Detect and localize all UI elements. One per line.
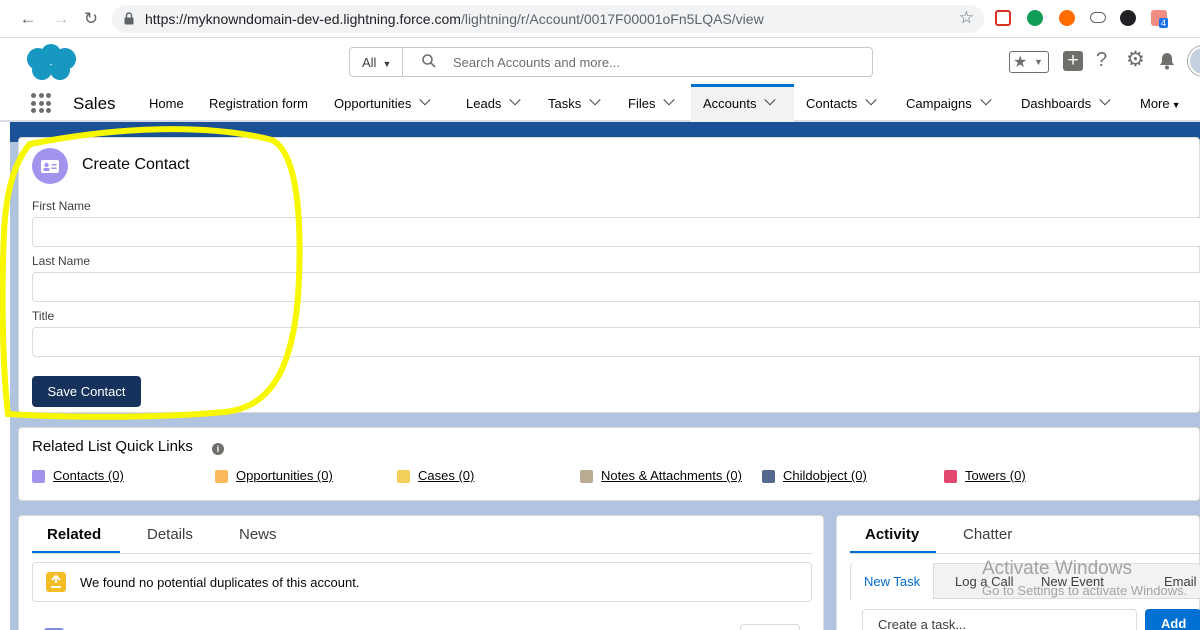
global-actions-plus-icon[interactable]: + (1063, 51, 1083, 71)
tab-details[interactable]: Details (147, 526, 193, 543)
extension-shield-icon[interactable] (995, 10, 1011, 26)
duplicate-message: We found no potential duplicates of this… (80, 575, 360, 590)
title-label: Title (32, 309, 55, 323)
extension-cloud-icon[interactable] (1090, 12, 1106, 23)
extension-green-icon[interactable] (1027, 10, 1043, 26)
search-icon (422, 54, 436, 68)
extension-badge-icon[interactable]: 4 (1151, 10, 1169, 28)
active-tab-indicator (32, 551, 120, 553)
app-launcher-waffle-icon[interactable] (31, 93, 51, 113)
first-name-input[interactable] (32, 217, 1200, 247)
forward-arrow-icon[interactable]: → (50, 8, 72, 30)
contact-card-icon (32, 148, 68, 184)
tab-news[interactable]: News (239, 526, 277, 543)
chevron-down-icon[interactable] (589, 94, 601, 106)
reload-icon[interactable]: ↻ (80, 8, 102, 30)
setup-gear-icon[interactable]: ⚙ (1126, 47, 1145, 72)
nav-item-registration-form[interactable]: Registration form (209, 84, 308, 122)
contacts-icon (32, 470, 45, 483)
title-input[interactable] (32, 327, 1200, 357)
tab-chatter[interactable]: Chatter (963, 526, 1012, 543)
help-question-icon[interactable]: ? (1096, 49, 1107, 72)
create-contact-card: Create Contact First Name Last Name Titl… (18, 137, 1200, 413)
chevron-down-icon[interactable] (764, 94, 777, 106)
tab-divider (850, 553, 1200, 554)
related-list-action-button[interactable] (740, 624, 800, 630)
nav-item-leads[interactable]: Leads (466, 84, 522, 122)
tab-log-a-call[interactable]: Log a Call (955, 574, 1014, 589)
tab-divider (32, 553, 812, 554)
add-task-button[interactable]: Add (1145, 609, 1200, 630)
create-contact-title: Create Contact (82, 156, 190, 173)
notification-bell-icon[interactable] (1158, 52, 1176, 70)
nav-item-opportunities[interactable]: Opportunities (334, 84, 431, 122)
chevron-down-icon[interactable] (419, 94, 431, 106)
nav-item-files[interactable]: Files (628, 84, 676, 122)
nav-item-more[interactable]: More ▼ (1140, 84, 1181, 122)
extension-badge-count: 4 (1159, 18, 1169, 28)
extension-k-icon[interactable] (1120, 10, 1136, 26)
browser-toolbar: ← → ↻ https://myknowndomain-dev-ed.light… (0, 0, 1200, 38)
info-icon[interactable]: i (212, 443, 224, 455)
tab-email[interactable]: Email (1164, 574, 1197, 589)
duplicate-check-box: We found no potential duplicates of this… (32, 562, 812, 602)
last-name-input[interactable] (32, 272, 1200, 302)
quick-links-title: Related List Quick Links (32, 438, 193, 455)
nav-item-accounts[interactable]: Accounts (691, 84, 794, 122)
address-bar[interactable]: https://myknowndomain-dev-ed.lightning.f… (112, 5, 984, 33)
notes-icon (580, 470, 593, 483)
first-name-label: First Name (32, 199, 91, 213)
chevron-down-icon[interactable] (865, 94, 877, 106)
extension-bolt-icon[interactable] (1059, 10, 1075, 26)
tab-activity[interactable]: Activity (865, 526, 919, 543)
towers-icon (944, 470, 957, 483)
wrench-icon (762, 470, 775, 483)
lock-icon (124, 12, 134, 25)
chevron-down-icon[interactable] (1099, 94, 1111, 106)
favorites-star-icon[interactable]: ★ ▼ (1009, 51, 1049, 73)
tab-related[interactable]: Related (47, 526, 101, 543)
duplicate-warning-icon (46, 572, 66, 592)
chevron-down-icon[interactable] (663, 94, 676, 106)
save-contact-button[interactable]: Save Contact (32, 376, 141, 407)
activity-composer-tabs: New Task Log a Call New Event Email (850, 563, 1200, 599)
tab-new-task[interactable]: New Task (851, 563, 935, 599)
app-name: Sales (73, 94, 116, 113)
search-scope-select[interactable]: All ▼ (349, 47, 403, 77)
bookmark-star-icon[interactable]: ☆ (959, 8, 974, 28)
active-tab-indicator (850, 551, 936, 553)
user-avatar[interactable] (1188, 46, 1200, 76)
url-text: https://myknowndomain-dev-ed.lightning.f… (145, 11, 764, 27)
app-navigation-bar: Sales Home Registration form Opportuniti… (0, 84, 1200, 122)
caret-down-icon: ▼ (1171, 100, 1181, 110)
chevron-down-icon[interactable] (509, 94, 522, 106)
nav-item-home[interactable]: Home (149, 84, 184, 122)
global-search-input[interactable]: Search Accounts and more... (403, 47, 873, 77)
global-header: All ▼ Search Accounts and more... ★ ▼ + ?… (0, 38, 1200, 84)
nav-item-campaigns[interactable]: Campaigns (906, 84, 992, 122)
quick-links-card: Related List Quick Links i Contacts (0) … (18, 427, 1200, 501)
chevron-down-icon[interactable] (980, 94, 992, 106)
related-card: Related Details News We found no potenti… (18, 515, 824, 630)
nav-item-contacts[interactable]: Contacts (806, 84, 877, 122)
nav-item-dashboards[interactable]: Dashboards (1021, 84, 1111, 122)
opportunities-icon (215, 470, 228, 483)
cases-icon (397, 470, 410, 483)
nav-item-tasks[interactable]: Tasks (548, 84, 601, 122)
activity-card: Activity Chatter New Task Log a Call New… (836, 515, 1200, 630)
back-arrow-icon[interactable]: ← (17, 8, 39, 30)
last-name-label: Last Name (32, 254, 91, 268)
salesforce-cloud-logo[interactable] (22, 42, 80, 82)
tab-new-event[interactable]: New Event (1041, 574, 1104, 589)
create-task-input[interactable]: Create a task... (862, 609, 1137, 630)
